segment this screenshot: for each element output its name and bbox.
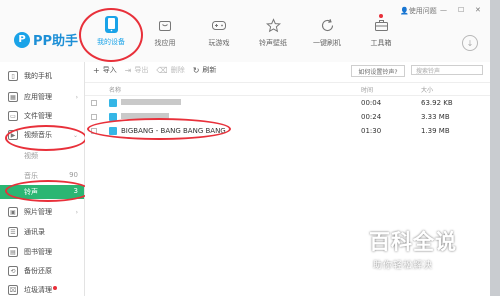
person-icon: 👤 [400, 7, 409, 15]
sidebar-item-label: 文件管理 [24, 112, 52, 120]
refresh-icon [318, 16, 336, 34]
notification-dot [379, 14, 383, 18]
contacts-icon: ☰ [8, 227, 18, 237]
import-label: 导入 [102, 66, 117, 74]
table-row[interactable]: 00:04 63.92 KB [85, 96, 490, 110]
row-size: 3.33 MB [421, 113, 450, 121]
feedback-label: 使用问题 [408, 7, 437, 15]
trash-icon: ⌫ [156, 65, 168, 75]
export-label: 导出 [134, 66, 149, 74]
delete-button[interactable]: ⌫ 删除 [156, 65, 184, 75]
plus-icon: + [93, 65, 100, 75]
sidebar-item-label: 备份还原 [24, 267, 52, 275]
watermark: 百科全说 助你轻松解决 [369, 226, 489, 271]
column-time[interactable]: 时间 [361, 85, 373, 94]
tab-label: 工具箱 [370, 39, 392, 47]
import-button[interactable]: + 导入 [93, 65, 117, 75]
star-icon [264, 16, 282, 34]
annotation-circle-ringtones [5, 180, 91, 202]
row-time: 00:24 [361, 113, 382, 121]
refresh-label: 刷新 [202, 66, 217, 74]
app-window: P PP助手 我的设备 找应用 玩游戏 铃声壁纸 一键刷机 工具箱 👤使用问题 … [0, 0, 490, 296]
sidebar-item-my-phone[interactable]: ▯ 我的手机 [0, 66, 84, 86]
delete-label: 删除 [170, 66, 185, 74]
backup-icon: ⟲ [8, 266, 18, 276]
sidebar-item-label: 应用管理 [24, 93, 52, 101]
download-manager-button[interactable]: ↓ [462, 35, 478, 51]
row-size: 1.39 MB [421, 127, 450, 135]
search-input[interactable]: 搜索铃声 [411, 65, 483, 75]
table-header: 名称 时间 大小 [85, 82, 490, 96]
blurred-name [121, 99, 181, 105]
logo-mark: P [14, 31, 30, 48]
sidebar-item-label: 通讯录 [24, 228, 45, 236]
how-to-set-ringtone-button[interactable]: 如何设置铃声? [351, 65, 405, 77]
sidebar: ▯ 我的手机 ▦ 应用管理 › ▭ 文件管理 ▶ 视频音乐 ⌄ 视频 音乐 90… [0, 62, 85, 296]
export-button[interactable]: ⇥ 导出 [125, 65, 149, 75]
row-time: 01:30 [361, 127, 382, 135]
background-strip [490, 0, 500, 296]
ringtone-file-icon [109, 99, 117, 107]
sidebar-item-files[interactable]: ▭ 文件管理 [0, 106, 84, 126]
refresh-button[interactable]: ↻ 刷新 [193, 65, 217, 75]
maximize-button[interactable]: ☐ [458, 6, 464, 14]
sidebar-item-label: 照片管理 [24, 208, 52, 216]
annotation-circle-device [79, 8, 143, 62]
phone-icon: ▯ [8, 71, 18, 81]
annotation-circle-song [87, 118, 231, 140]
row-size: 63.92 KB [421, 99, 453, 107]
tab-label: 玩游戏 [208, 39, 230, 47]
annotation-circle-video-music [5, 125, 87, 151]
tab-games[interactable]: 玩游戏 [192, 14, 246, 60]
folder-icon: ▭ [8, 111, 18, 121]
app-logo: P PP助手 [14, 30, 78, 49]
row-checkbox[interactable] [91, 114, 97, 120]
tab-label: 铃声壁纸 [259, 39, 287, 47]
watermark-title: 百科全说 [369, 230, 457, 254]
sidebar-subitem-video[interactable]: 视频 [24, 151, 38, 161]
download-icon: ↓ [466, 38, 474, 48]
tab-one-click-flash[interactable]: 一键刷机 [300, 14, 354, 60]
tab-label: 找应用 [154, 39, 176, 47]
watermark-subtitle: 助你轻松解决 [373, 261, 434, 271]
feedback-link[interactable]: 👤使用问题 [400, 6, 437, 16]
trash-icon: ⌧ [8, 285, 18, 295]
tab-label: 一键刷机 [313, 39, 341, 47]
sidebar-item-label: 我的手机 [24, 72, 52, 80]
bag-icon [156, 16, 174, 34]
sidebar-item-label: 图书管理 [24, 248, 52, 256]
column-name[interactable]: 名称 [109, 85, 121, 94]
book-icon: ▤ [8, 247, 18, 257]
top-bar: P PP助手 我的设备 找应用 玩游戏 铃声壁纸 一键刷机 工具箱 👤使用问题 … [0, 0, 490, 63]
minimize-button[interactable]: — [440, 6, 447, 14]
grid-icon: ▦ [8, 92, 18, 102]
export-icon: ⇥ [124, 65, 132, 75]
cleanup-alert-dot [53, 286, 57, 290]
logo-text: PP助手 [33, 34, 79, 49]
tab-find-apps[interactable]: 找应用 [138, 14, 192, 60]
sidebar-item-books[interactable]: ▤ 图书管理 [0, 242, 84, 262]
photo-icon: ▣ [8, 207, 18, 217]
row-checkbox[interactable] [91, 100, 97, 106]
tab-ringtones-wallpapers[interactable]: 铃声壁纸 [246, 14, 300, 60]
sidebar-item-backup[interactable]: ⟲ 备份还原 [0, 261, 84, 281]
refresh-icon: ↻ [192, 65, 200, 75]
sidebar-item-apps[interactable]: ▦ 应用管理 › [0, 87, 84, 107]
music-count: 90 [69, 171, 78, 179]
sidebar-item-cleanup[interactable]: ⌧ 垃圾清理 [0, 280, 84, 296]
row-time: 00:04 [361, 99, 382, 107]
sidebar-item-label: 垃圾清理 [24, 286, 52, 294]
sidebar-item-photos[interactable]: ▣ 照片管理 › [0, 202, 84, 222]
sidebar-item-contacts[interactable]: ☰ 通讯录 [0, 222, 84, 242]
gamepad-icon [210, 16, 228, 34]
chevron-right-icon: › [75, 208, 78, 216]
column-size[interactable]: 大小 [421, 85, 433, 94]
toolbox-icon [372, 16, 390, 34]
close-button[interactable]: ✕ [475, 6, 481, 14]
chevron-right-icon: › [75, 93, 78, 101]
tab-toolbox[interactable]: 工具箱 [354, 14, 408, 60]
